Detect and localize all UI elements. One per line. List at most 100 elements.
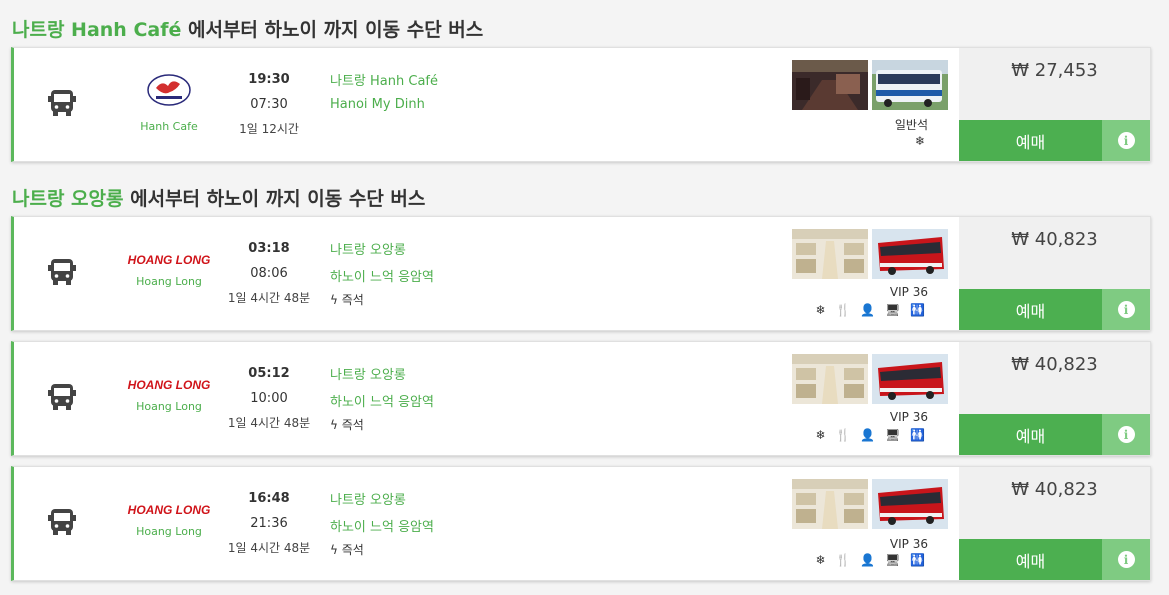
operator-logo: HOANG LONG Hoang Long: [114, 503, 224, 538]
seat-type: VIP 36: [889, 537, 928, 551]
bus-icon: [48, 259, 76, 285]
amenity-icons: ❄: [914, 134, 928, 148]
arrival-time: 10:00: [250, 391, 288, 406]
trip-card[interactable]: HOANG LONG Hoang Long 16:48 21:36 1일 4시간…: [11, 466, 1151, 581]
info-icon: i: [1117, 426, 1135, 443]
route-from[interactable]: 나트랑 오앙롱: [330, 489, 434, 508]
price-panel: ₩ 27,453 예매 i: [959, 48, 1150, 161]
departure-time: 19:30: [248, 72, 290, 87]
info-icon: i: [1117, 132, 1135, 149]
sleeper-interior-image: [792, 479, 868, 529]
trip-duration: 1일 12시간: [239, 122, 299, 136]
route-from[interactable]: 나트랑 오앙롱: [330, 364, 434, 383]
route: 나트랑 Hanh Café Hanoi My Dinh: [330, 70, 438, 112]
seat-type: VIP 36: [889, 285, 928, 299]
route: 나트랑 오앙롱 하노이 느억 응암역 ϟ 즉석: [330, 239, 434, 308]
section-title-hanh-cafe: 나트랑 Hanh Café 에서부터 하노이 까지 이동 수단 버스: [12, 15, 483, 42]
bus-photos[interactable]: [792, 479, 948, 529]
section-title-origin: 나트랑 오앙롱: [12, 188, 124, 210]
price-panel: ₩ 40,823 예매 i: [959, 217, 1150, 330]
bus-exterior-photo[interactable]: [872, 60, 948, 110]
info-button[interactable]: i: [1102, 289, 1150, 330]
amenity-icons: ❄ 🍴 👤 🖥 🚻: [815, 428, 928, 442]
route-from[interactable]: 나트랑 오앙롱: [330, 239, 434, 258]
bus-exterior-photo[interactable]: [872, 479, 948, 529]
trip-duration: 1일 4시간 48분: [227, 416, 311, 430]
route-from[interactable]: 나트랑 Hanh Café: [330, 70, 438, 89]
bus-interior-photo[interactable]: [792, 354, 868, 404]
operator-logo: Hanh Cafe: [114, 74, 224, 133]
instant-label: 즉석: [341, 543, 364, 557]
operator-logo: HOANG LONG Hoang Long: [114, 253, 224, 288]
hoang-long-logo: HOANG LONG: [127, 378, 211, 392]
price-panel: ₩ 40,823 예매 i: [959, 342, 1150, 455]
trip-card[interactable]: HOANG LONG Hoang Long 03:18 08:06 1일 4시간…: [11, 216, 1151, 331]
section-title-rest: 에서부터 하노이 까지 이동 수단 버스: [181, 19, 484, 41]
lightning-icon: ϟ: [330, 543, 342, 557]
section-title-rest: 에서부터 하노이 까지 이동 수단 버스: [123, 188, 426, 210]
sleeper-interior-image: [792, 229, 868, 279]
book-button[interactable]: 예매: [959, 414, 1102, 455]
trip-card[interactable]: Hanh Cafe 19:30 07:30 1일 12시간 나트랑 Hanh C…: [11, 47, 1151, 162]
operator-name: Hoang Long: [136, 400, 202, 413]
lightning-icon: ϟ: [330, 418, 342, 432]
instant-badge: ϟ 즉석: [330, 291, 434, 308]
arrival-time: 08:06: [250, 266, 288, 281]
route-to[interactable]: 하노이 느억 응암역: [330, 516, 434, 535]
trip-times: 05:12 10:00 1일 4시간 48분: [219, 366, 319, 431]
operator-name: Hoang Long: [136, 525, 202, 538]
book-button[interactable]: 예매: [959, 120, 1102, 161]
route-to[interactable]: Hanoi My Dinh: [330, 97, 438, 112]
route-to[interactable]: 하노이 느억 응암역: [330, 266, 434, 285]
section-title-hoang-long: 나트랑 오앙롱 에서부터 하노이 까지 이동 수단 버스: [12, 184, 425, 211]
operator-name: Hoang Long: [136, 275, 202, 288]
bus-exterior-photo[interactable]: [872, 229, 948, 279]
price-panel: ₩ 40,823 예매 i: [959, 467, 1150, 580]
bus-photos[interactable]: [792, 60, 948, 110]
instant-label: 즉석: [341, 418, 364, 432]
amenity-icons: ❄ 🍴 👤 🖥 🚻: [815, 553, 928, 567]
trip-times: 16:48 21:36 1일 4시간 48분: [219, 491, 319, 556]
bus-photos[interactable]: [792, 229, 948, 279]
arrival-time: 07:30: [250, 97, 288, 112]
info-icon: i: [1117, 551, 1135, 568]
price: ₩ 40,823: [1011, 479, 1098, 500]
seat-type: VIP 36: [889, 410, 928, 424]
bus-photos[interactable]: [792, 354, 948, 404]
instant-badge: ϟ 즉석: [330, 416, 434, 433]
bus-icon: [48, 90, 76, 116]
trip-times: 03:18 08:06 1일 4시간 48분: [219, 241, 319, 306]
bus-interior-photo[interactable]: [792, 229, 868, 279]
instant-badge: ϟ 즉석: [330, 541, 434, 558]
trip-times: 19:30 07:30 1일 12시간: [219, 72, 319, 137]
trip-duration: 1일 4시간 48분: [227, 291, 311, 305]
lightning-icon: ϟ: [330, 293, 342, 307]
bus-exterior-photo[interactable]: [872, 354, 948, 404]
book-button[interactable]: 예매: [959, 289, 1102, 330]
bus-icon: [48, 384, 76, 410]
route: 나트랑 오앙롱 하노이 느억 응암역 ϟ 즉석: [330, 489, 434, 558]
trip-duration: 1일 4시간 48분: [227, 541, 311, 555]
bus-interior-photo[interactable]: [792, 479, 868, 529]
departure-time: 05:12: [248, 366, 290, 381]
red-bus-image: [872, 354, 948, 404]
bus-interior-photo[interactable]: [792, 60, 868, 110]
info-button[interactable]: i: [1102, 120, 1150, 161]
seat-type: 일반석: [894, 118, 928, 132]
amenity-icons: ❄ 🍴 👤 🖥 🚻: [815, 303, 928, 317]
info-icon: i: [1117, 301, 1135, 318]
book-button[interactable]: 예매: [959, 539, 1102, 580]
red-bus-image: [872, 479, 948, 529]
info-button[interactable]: i: [1102, 414, 1150, 455]
arrival-time: 21:36: [250, 516, 288, 531]
hoang-long-logo: HOANG LONG: [127, 253, 211, 267]
trip-card[interactable]: HOANG LONG Hoang Long 05:12 10:00 1일 4시간…: [11, 341, 1151, 456]
departure-time: 16:48: [248, 491, 290, 506]
price: ₩ 27,453: [1011, 60, 1098, 81]
hanh-cafe-logo-icon: [147, 74, 191, 106]
section-title-origin: 나트랑 Hanh Café: [12, 19, 182, 41]
operator-logo: HOANG LONG Hoang Long: [114, 378, 224, 413]
price: ₩ 40,823: [1011, 354, 1098, 375]
route-to[interactable]: 하노이 느억 응암역: [330, 391, 434, 410]
info-button[interactable]: i: [1102, 539, 1150, 580]
